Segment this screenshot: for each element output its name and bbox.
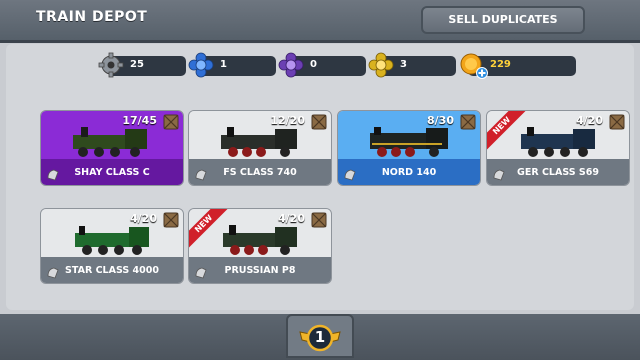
train-card[interactable]: 4/20 STAR CLASS 4000 bbox=[40, 208, 184, 284]
resource-value: 0 bbox=[310, 59, 317, 70]
crate-icon bbox=[163, 114, 179, 130]
crate-icon bbox=[163, 212, 179, 228]
train-card[interactable]: NEW 4/20 PRUSSIAN P8 bbox=[188, 208, 332, 284]
locomotive-image bbox=[75, 226, 149, 255]
train-card[interactable]: 12/20 FS CLASS 740 bbox=[188, 110, 332, 186]
card-name: SHAY CLASS C bbox=[74, 167, 150, 178]
crate-icon bbox=[311, 114, 327, 130]
gear-icon bbox=[98, 52, 124, 78]
card-name: FS CLASS 740 bbox=[223, 167, 297, 178]
locomotive-image bbox=[521, 127, 595, 157]
resource-gears: 25 bbox=[98, 52, 186, 78]
resource-value: 25 bbox=[130, 59, 144, 70]
train-card[interactable]: 8/30 NORD 140 bbox=[337, 110, 481, 186]
resource-purple-gems: 0 bbox=[278, 52, 366, 78]
card-name: PRUSSIAN P8 bbox=[224, 265, 296, 276]
train-card[interactable]: 17/45 SHAY CLASS C bbox=[40, 110, 184, 186]
level-number: 1 bbox=[314, 328, 326, 346]
top-bar: TRAIN DEPOT SELL DUPLICATES bbox=[0, 0, 640, 43]
locomotive-image bbox=[370, 127, 448, 157]
crate-icon bbox=[609, 114, 625, 130]
locomotive-image bbox=[221, 127, 297, 157]
add-coins-icon[interactable] bbox=[476, 67, 488, 79]
resource-coins: 229 bbox=[460, 53, 576, 79]
resource-value: 229 bbox=[490, 59, 511, 70]
resource-gold-gems: 3 bbox=[368, 52, 456, 78]
sell-duplicates-button[interactable]: SELL DUPLICATES bbox=[421, 6, 585, 34]
card-count: 12/20 bbox=[270, 114, 305, 127]
train-card[interactable]: NEW 4/20 GER CLASS S69 bbox=[486, 110, 630, 186]
resource-blue-gems: 1 bbox=[188, 52, 276, 78]
card-count: 4/20 bbox=[576, 114, 603, 127]
resource-value: 1 bbox=[220, 59, 227, 70]
crate-icon bbox=[311, 212, 327, 228]
level-button[interactable]: 1 bbox=[286, 314, 354, 358]
card-name: NORD 140 bbox=[381, 167, 437, 178]
card-count: 4/20 bbox=[278, 212, 305, 225]
page-title: TRAIN DEPOT bbox=[36, 9, 148, 25]
card-count: 4/20 bbox=[130, 212, 157, 225]
crate-icon bbox=[460, 114, 476, 130]
blue-gem-icon bbox=[188, 52, 214, 78]
purple-gem-icon bbox=[278, 52, 304, 78]
card-count: 8/30 bbox=[427, 114, 454, 127]
locomotive-image bbox=[73, 127, 147, 157]
resource-value: 3 bbox=[400, 59, 407, 70]
card-name: GER CLASS S69 bbox=[517, 167, 599, 178]
gold-gem-icon bbox=[368, 52, 394, 78]
card-name: STAR CLASS 4000 bbox=[65, 265, 159, 276]
card-count: 17/45 bbox=[122, 114, 157, 127]
locomotive-image bbox=[223, 225, 297, 255]
